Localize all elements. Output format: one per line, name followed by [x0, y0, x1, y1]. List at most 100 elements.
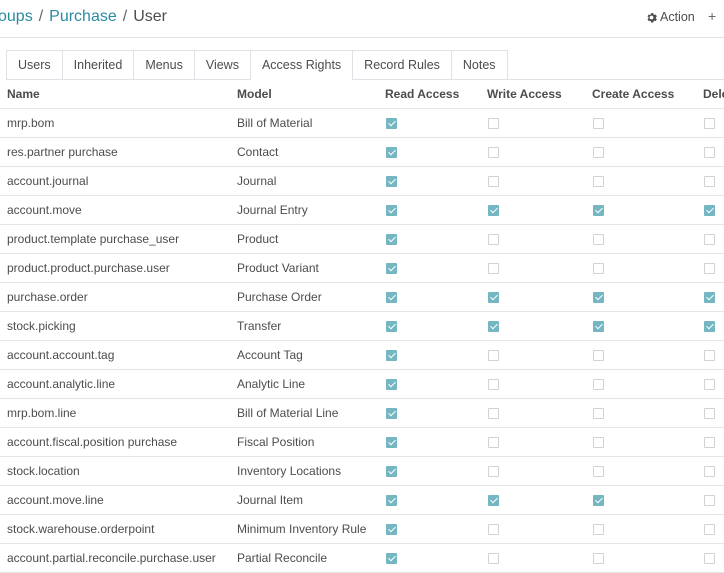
write-access-checkbox[interactable]: [488, 465, 499, 477]
create-access-checkbox[interactable]: [593, 349, 604, 361]
table-row[interactable]: account.account.tag Account Tag: [0, 340, 724, 370]
read-access-checkbox[interactable]: [386, 494, 397, 506]
table-row[interactable]: stock.picking Transfer: [0, 311, 724, 341]
write-access-checkbox[interactable]: [488, 117, 499, 129]
table-row[interactable]: mrp.bom Bill of Material: [0, 108, 724, 138]
delete-access-checkbox[interactable]: [704, 552, 715, 564]
write-access-checkbox[interactable]: [488, 436, 499, 448]
write-access-checkbox[interactable]: [488, 378, 499, 390]
table-row[interactable]: account.partial.reconcile.purchase.user P…: [0, 543, 724, 573]
create-access-checkbox[interactable]: [593, 436, 604, 448]
column-header-create-access[interactable]: Create Access: [585, 80, 696, 109]
create-access-checkbox[interactable]: [593, 320, 604, 332]
read-access-checkbox[interactable]: [386, 436, 397, 448]
table-row[interactable]: stock.warehouse.orderpoint Minimum Invent…: [0, 514, 724, 544]
breadcrumb-parent-link[interactable]: oups: [0, 8, 33, 25]
write-access-checkbox[interactable]: [488, 494, 499, 506]
table-row[interactable]: res.partner purchase Contact: [0, 137, 724, 167]
write-access-checkbox[interactable]: [488, 204, 499, 216]
tab-record-rules[interactable]: Record Rules: [352, 50, 452, 79]
delete-access-checkbox[interactable]: [704, 407, 715, 419]
column-header-model[interactable]: Model: [230, 80, 378, 109]
write-access-checkbox[interactable]: [488, 146, 499, 158]
tab-menus[interactable]: Menus: [133, 50, 195, 79]
write-access-checkbox[interactable]: [488, 262, 499, 274]
delete-access-checkbox[interactable]: [704, 349, 715, 361]
table-row[interactable]: stock.location Inventory Locations: [0, 456, 724, 486]
tab-inherited[interactable]: Inherited: [61, 50, 135, 79]
delete-access-checkbox[interactable]: [704, 117, 715, 129]
create-access-checkbox[interactable]: [593, 494, 604, 506]
delete-access-checkbox[interactable]: [704, 523, 715, 535]
delete-access-checkbox[interactable]: [704, 291, 715, 303]
tab-access-rights[interactable]: Access Rights: [249, 50, 354, 80]
write-access-checkbox[interactable]: [488, 175, 499, 187]
table-row[interactable]: mrp.bom.line Bill of Material Line: [0, 398, 724, 428]
read-access-checkbox[interactable]: [386, 320, 397, 332]
read-access-checkbox[interactable]: [386, 407, 397, 419]
cell-model: Journal Item: [230, 485, 378, 515]
create-access-checkbox[interactable]: [593, 523, 604, 535]
column-header-name[interactable]: Name: [0, 80, 230, 109]
create-access-checkbox[interactable]: [593, 407, 604, 419]
write-access-checkbox[interactable]: [488, 523, 499, 535]
read-access-checkbox[interactable]: [386, 146, 397, 158]
create-access-checkbox[interactable]: [593, 552, 604, 564]
table-row[interactable]: product.template purchase_user Product: [0, 224, 724, 254]
create-access-checkbox[interactable]: [593, 291, 604, 303]
read-access-checkbox[interactable]: [386, 291, 397, 303]
create-access-checkbox[interactable]: [593, 465, 604, 477]
delete-access-checkbox[interactable]: [704, 436, 715, 448]
delete-access-checkbox[interactable]: [704, 204, 715, 216]
delete-access-checkbox[interactable]: [704, 465, 715, 477]
write-access-checkbox[interactable]: [488, 407, 499, 419]
read-access-checkbox[interactable]: [386, 349, 397, 361]
create-access-checkbox[interactable]: [593, 117, 604, 129]
table-row[interactable]: account.move Journal Entry: [0, 195, 724, 225]
delete-access-checkbox[interactable]: [704, 378, 715, 390]
cell-create-access: [585, 485, 696, 515]
action-button[interactable]: Action: [646, 10, 695, 24]
table-row[interactable]: product.product.purchase.user Product Var…: [0, 253, 724, 283]
create-access-checkbox[interactable]: [593, 204, 604, 216]
delete-access-checkbox[interactable]: [704, 494, 715, 506]
column-header-read-access[interactable]: Read Access: [378, 80, 480, 109]
table-row[interactable]: account.fiscal.position purchase Fiscal P…: [0, 427, 724, 457]
column-header-write-access[interactable]: Write Access: [480, 80, 585, 109]
table-row[interactable]: purchase.order Purchase Order: [0, 282, 724, 312]
delete-access-checkbox[interactable]: [704, 146, 715, 158]
table-row[interactable]: account.analytic.line Analytic Line: [0, 369, 724, 399]
access-rights-table: Name Model Read Access Write Access Crea…: [0, 80, 724, 573]
write-access-checkbox[interactable]: [488, 349, 499, 361]
read-access-checkbox[interactable]: [386, 552, 397, 564]
create-access-checkbox[interactable]: [593, 175, 604, 187]
create-access-checkbox[interactable]: [593, 262, 604, 274]
tab-notes[interactable]: Notes: [450, 50, 508, 79]
read-access-checkbox[interactable]: [386, 378, 397, 390]
create-access-checkbox[interactable]: [593, 378, 604, 390]
read-access-checkbox[interactable]: [386, 262, 397, 274]
breadcrumb-purchase-link[interactable]: Purchase: [49, 8, 117, 25]
read-access-checkbox[interactable]: [386, 204, 397, 216]
more-button[interactable]: +: [708, 8, 716, 24]
read-access-checkbox[interactable]: [386, 175, 397, 187]
write-access-checkbox[interactable]: [488, 320, 499, 332]
write-access-checkbox[interactable]: [488, 291, 499, 303]
delete-access-checkbox[interactable]: [704, 233, 715, 245]
read-access-checkbox[interactable]: [386, 117, 397, 129]
column-header-delete-access[interactable]: Dele: [696, 80, 724, 109]
read-access-checkbox[interactable]: [386, 233, 397, 245]
read-access-checkbox[interactable]: [386, 465, 397, 477]
delete-access-checkbox[interactable]: [704, 175, 715, 187]
tab-views[interactable]: Views: [193, 50, 251, 79]
table-row[interactable]: account.move.line Journal Item: [0, 485, 724, 515]
write-access-checkbox[interactable]: [488, 233, 499, 245]
delete-access-checkbox[interactable]: [704, 320, 715, 332]
tab-users[interactable]: Users: [6, 50, 63, 79]
delete-access-checkbox[interactable]: [704, 262, 715, 274]
write-access-checkbox[interactable]: [488, 552, 499, 564]
create-access-checkbox[interactable]: [593, 146, 604, 158]
read-access-checkbox[interactable]: [386, 523, 397, 535]
table-row[interactable]: account.journal Journal: [0, 166, 724, 196]
create-access-checkbox[interactable]: [593, 233, 604, 245]
